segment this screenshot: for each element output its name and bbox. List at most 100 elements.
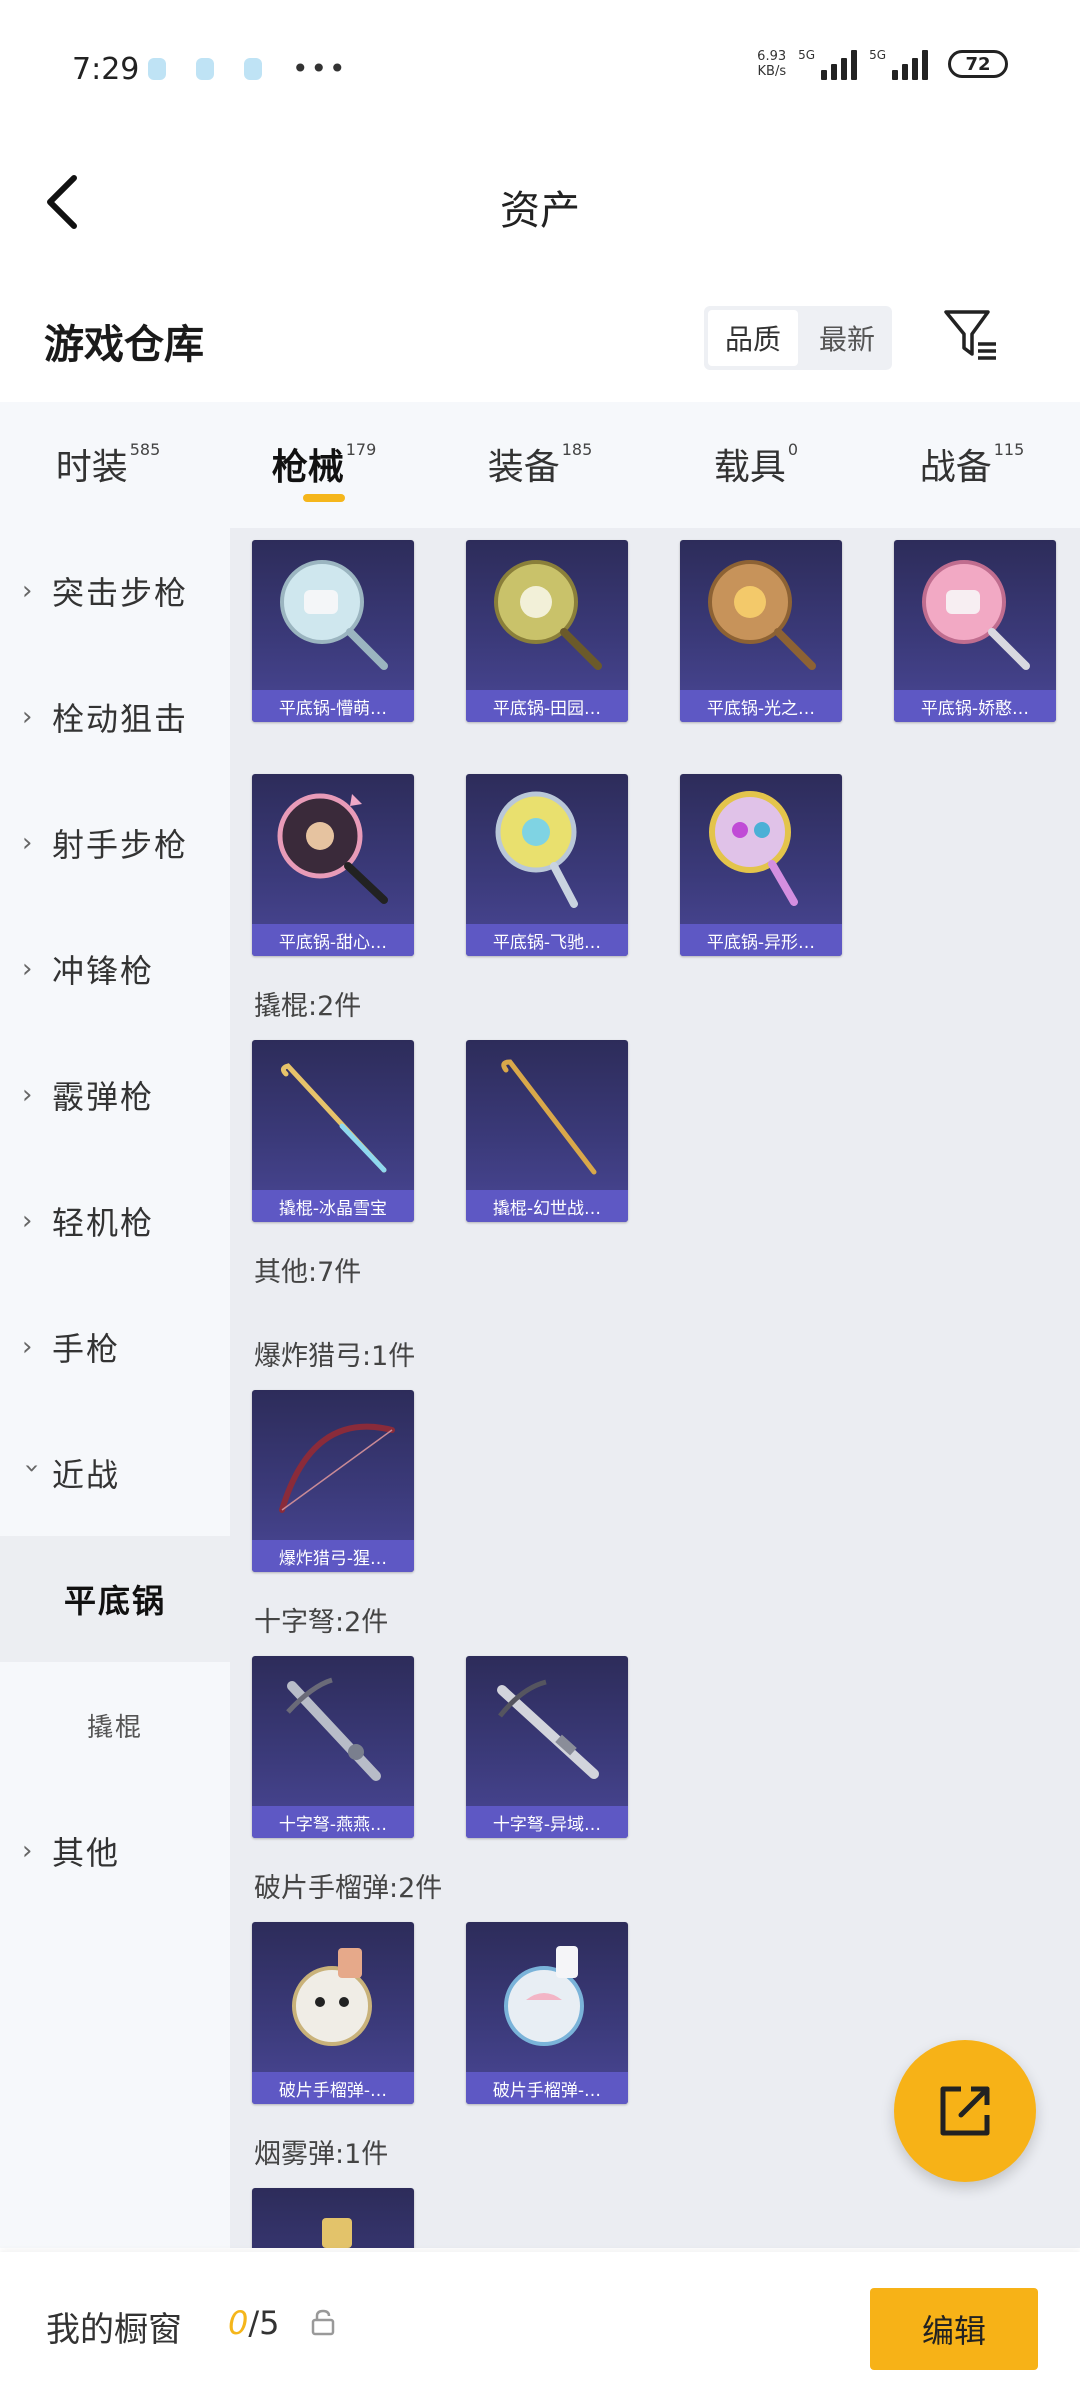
chevron-right-icon: › <box>22 828 33 858</box>
item-name: 平底锅-甜心… <box>252 924 414 956</box>
notification-icons: ••• <box>148 52 348 85</box>
item-card[interactable]: 平底锅-田园… <box>466 540 628 722</box>
section-header-smoke-grenade: 烟雾弹:1件 <box>254 2139 389 2170</box>
tab-label: 装备 <box>487 447 560 488</box>
item-card[interactable]: 十字弩-异域… <box>466 1656 628 1838</box>
item-card[interactable]: 平底锅-懵萌… <box>252 540 414 722</box>
item-card[interactable]: 破片手榴弹-… <box>466 1922 628 2104</box>
sidebar-item-label: 其他 <box>52 1834 121 1872</box>
item-grid: 平底锅-懵萌… 平底锅-田园… 平底锅-光之… 平底锅-娇憨… 平底锅-甜心… … <box>230 528 1080 2248</box>
tab-label: 时装 <box>55 447 128 488</box>
share-fab-button[interactable] <box>894 2040 1036 2182</box>
sort-toggle: 品质 最新 <box>704 306 892 370</box>
item-card[interactable]: 撬棍-幻世战… <box>466 1040 628 1222</box>
sidebar-item-label: 突击步枪 <box>52 574 189 612</box>
signal2-icon <box>892 48 928 80</box>
tab-fashion[interactable]: 时装 585 <box>0 402 216 528</box>
item-name: 撬棍-冰晶雪宝 <box>252 1190 414 1222</box>
signal1-icon <box>821 48 858 80</box>
warehouse-row: 游戏仓库 品质 最新 <box>0 290 1080 400</box>
pan-icon <box>495 791 578 908</box>
section-header-other: 其他:7件 <box>254 1257 362 1288</box>
sidebar-item-label: 手枪 <box>52 1330 121 1368</box>
item-name: 平底锅-田园… <box>466 690 628 722</box>
item-card[interactable]: 十字弩-燕燕… <box>252 1656 414 1838</box>
status-bar: 7:29 ••• 6.93 KB/s 5G 5G 72 <box>0 0 1080 140</box>
tab-equipment[interactable]: 装备 185 <box>432 402 648 528</box>
item-card[interactable] <box>252 2188 414 2248</box>
sidebar-item-marksman-rifle[interactable]: › 射手步枪 <box>0 780 230 906</box>
showcase-label: 我的橱窗 <box>46 2310 182 2350</box>
sidebar-subitem-crowbar[interactable]: 撬棍 <box>0 1662 230 1788</box>
item-name: 平底锅-飞驰… <box>466 924 628 956</box>
item-name: 平底锅-异形… <box>680 924 842 956</box>
sidebar-item-lmg[interactable]: › 轻机枪 <box>0 1158 230 1284</box>
app-notification-icon <box>196 58 214 80</box>
showcase-count: 0/5 <box>228 2304 280 2342</box>
section-header-crowbar: 撬棍:2件 <box>254 991 362 1022</box>
chevron-right-icon: › <box>22 954 33 984</box>
tab-count: 585 <box>129 440 161 459</box>
net-speed-value: 6.93 <box>757 49 787 64</box>
chevron-right-icon: › <box>22 1332 33 1362</box>
item-card[interactable]: 平底锅-娇憨… <box>894 540 1056 722</box>
grenade-icon <box>292 1948 372 2046</box>
tab-count: 115 <box>993 440 1025 459</box>
pan-icon <box>922 560 1030 670</box>
item-card[interactable]: 平底锅-光之… <box>680 540 842 722</box>
sidebar-item-other[interactable]: › 其他 <box>0 1788 230 1914</box>
sort-newest-button[interactable]: 最新 <box>802 306 892 370</box>
page-title: 资产 <box>500 188 580 234</box>
sidebar-item-bolt-sniper[interactable]: › 栓动狙击 <box>0 654 230 780</box>
grenade-icon <box>504 1946 584 2046</box>
chevron-right-icon: › <box>22 1836 33 1866</box>
chevron-right-icon: › <box>22 1206 33 1236</box>
app-header: 资产 <box>0 140 1080 260</box>
sidebar-item-label: 射手步枪 <box>52 826 189 864</box>
status-right: 6.93 KB/s 5G 5G 72 <box>757 48 1008 80</box>
sidebar-item-label: 霰弹枪 <box>52 1078 155 1116</box>
sidebar-item-melee[interactable]: › 近战 <box>0 1410 230 1536</box>
sidebar-subitem-pan[interactable]: 平底锅 <box>0 1536 230 1662</box>
item-card[interactable]: 平底锅-异形… <box>680 774 842 956</box>
active-tab-indicator <box>303 494 345 502</box>
chevron-right-icon: › <box>22 702 33 732</box>
sidebar-item-label: 轻机枪 <box>52 1204 155 1242</box>
crossbow-icon <box>497 1679 599 1779</box>
tab-firearms[interactable]: 枪械 179 <box>216 402 432 528</box>
tab-vehicles[interactable]: 载具 0 <box>648 402 864 528</box>
sidebar-item-pistol[interactable]: › 手枪 <box>0 1284 230 1410</box>
item-card[interactable]: 撬棍-冰晶雪宝 <box>252 1040 414 1222</box>
item-name: 爆炸猎弓-猩… <box>252 1540 414 1572</box>
filter-icon <box>944 310 996 360</box>
category-tabs: 时装 585 枪械 179 装备 185 载具 0 战备 115 <box>0 402 1080 528</box>
tab-count: 0 <box>787 440 799 459</box>
tab-label: 战备 <box>919 447 992 488</box>
item-card[interactable]: 平底锅-甜心… <box>252 774 414 956</box>
tab-combat-prep[interactable]: 战备 115 <box>864 402 1080 528</box>
signal2-label: 5G <box>869 48 886 62</box>
item-card[interactable]: 平底锅-飞驰… <box>466 774 628 956</box>
item-card[interactable]: 爆炸猎弓-猩… <box>252 1390 414 1572</box>
filter-button[interactable] <box>940 304 1000 364</box>
edit-button[interactable]: 编辑 <box>870 2288 1038 2370</box>
sidebar-item-shotgun[interactable]: › 霰弹枪 <box>0 1032 230 1158</box>
sidebar-item-smg[interactable]: › 冲锋枪 <box>0 906 230 1032</box>
item-name: 十字弩-燕燕… <box>252 1806 414 1838</box>
pan-icon <box>280 560 388 670</box>
weapon-category-sidebar: › 突击步枪 › 栓动狙击 › 射手步枪 › 冲锋枪 › 霰弹枪 › 轻机枪 ›… <box>0 528 230 2248</box>
pan-icon <box>277 793 388 904</box>
more-notifications-icon: ••• <box>292 52 348 85</box>
external-link-icon <box>940 2086 990 2136</box>
item-name: 撬棍-幻世战… <box>466 1190 628 1222</box>
crossbow-icon <box>286 1677 381 1781</box>
smoke-grenade-icon <box>322 2218 352 2248</box>
bow-icon <box>279 1423 395 1513</box>
sidebar-item-assault-rifle[interactable]: › 突击步枪 <box>0 528 230 654</box>
section-header-frag-grenade: 破片手榴弹:2件 <box>254 1873 443 1904</box>
sidebar-item-label: 近战 <box>52 1456 121 1494</box>
tab-count: 185 <box>561 440 593 459</box>
item-card[interactable]: 破片手榴弹-… <box>252 1922 414 2104</box>
sort-quality-button[interactable]: 品质 <box>708 310 798 366</box>
battery-icon: 72 <box>948 50 1008 78</box>
